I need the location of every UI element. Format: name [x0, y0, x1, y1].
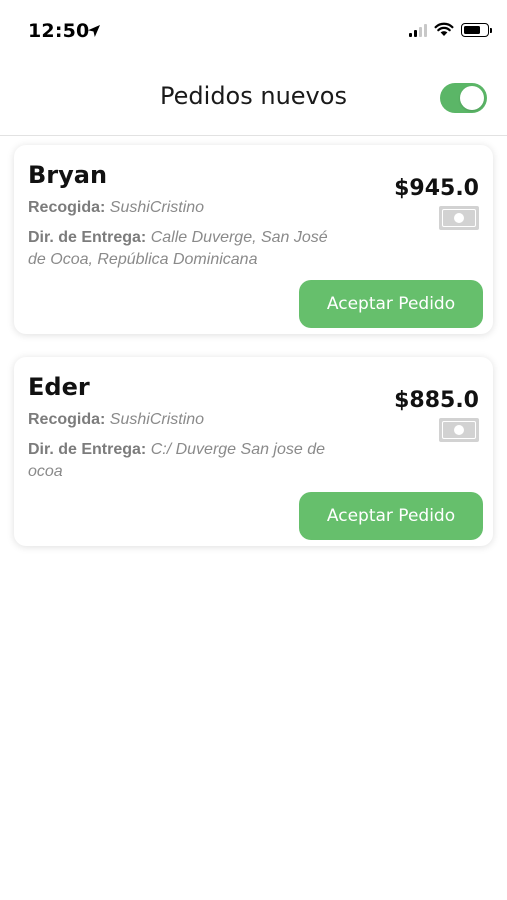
pickup-place: SushiCristino — [109, 199, 205, 216]
status-time: 12:50 — [28, 20, 90, 42]
order-card: Eder $885.0 Recogida: SushiCristino Dir.… — [14, 357, 493, 546]
pickup-label: Recogida: — [28, 199, 106, 216]
status-icons — [409, 22, 492, 37]
order-card: Bryan $945.0 Recogida: SushiCristino Dir… — [14, 145, 493, 334]
delivery-label: Dir. de Entrega: — [28, 229, 147, 246]
accept-order-button[interactable]: Aceptar Pedido — [299, 280, 483, 328]
pickup-place: SushiCristino — [109, 411, 205, 428]
wifi-icon — [434, 22, 454, 36]
cash-icon — [439, 418, 479, 442]
order-list: Bryan $945.0 Recogida: SushiCristino Dir… — [14, 145, 493, 569]
delivery-info: Dir. de Entrega: C:/ Duverge San jose de… — [28, 439, 346, 483]
availability-toggle[interactable] — [440, 83, 487, 113]
screen: 12:50 Pedidos nuevos Bryan $945.0 Recogi… — [0, 0, 507, 900]
cellular-signal-icon — [409, 23, 427, 37]
toggle-knob — [460, 86, 484, 110]
delivery-label: Dir. de Entrega: — [28, 441, 147, 458]
customer-name: Bryan — [28, 161, 108, 189]
accept-order-button[interactable]: Aceptar Pedido — [299, 492, 483, 540]
pickup-label: Recogida: — [28, 411, 106, 428]
order-price: $885.0 — [394, 388, 479, 413]
battery-icon — [461, 22, 492, 37]
status-bar: 12:50 — [0, 0, 507, 60]
page-title: Pedidos nuevos — [160, 82, 347, 110]
pickup-info: Recogida: SushiCristino — [28, 199, 204, 217]
pickup-info: Recogida: SushiCristino — [28, 411, 204, 429]
header: Pedidos nuevos — [0, 60, 507, 136]
cash-icon — [439, 206, 479, 230]
customer-name: Eder — [28, 373, 90, 401]
delivery-info: Dir. de Entrega: Calle Duverge, San José… — [28, 227, 346, 271]
location-arrow-icon — [88, 25, 100, 37]
order-price: $945.0 — [394, 176, 479, 201]
